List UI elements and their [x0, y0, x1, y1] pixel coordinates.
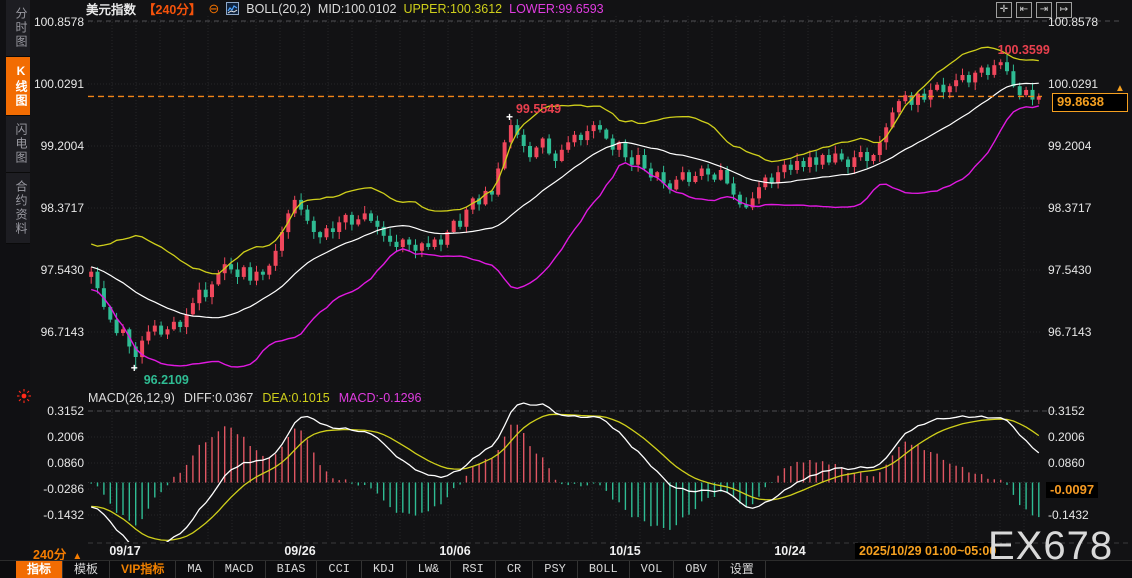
price-tick-right: 98.3717: [1048, 201, 1092, 215]
boll-label: BOLL(20,2): [246, 1, 311, 16]
toolbar-item-KDJ[interactable]: KDJ: [362, 561, 407, 578]
toolbar-item-VOL[interactable]: VOL: [630, 561, 675, 578]
current-macd-badge: -0.0097: [1046, 482, 1099, 498]
toolbar-item-模板[interactable]: 模板: [63, 561, 111, 578]
date-tick: 09/17: [109, 544, 141, 558]
date-tick: 10/06: [439, 544, 471, 558]
macd-diff-value: DIFF:0.0367: [183, 391, 254, 405]
boll-lower-value: LOWER:99.6593: [509, 1, 604, 16]
price-tick-right: 99.2004: [1048, 139, 1092, 153]
macd-tick-right: -0.1432: [1048, 508, 1089, 522]
macd-tick-left: -0.1432: [43, 508, 84, 522]
date-tick: 10/15: [609, 544, 641, 558]
pan-end-icon[interactable]: ↦: [1056, 2, 1072, 18]
price-tick-right: 100.0291: [1048, 77, 1099, 91]
current-price-badge: 99.8638: [1052, 93, 1128, 112]
price-tick-left: 100.8578: [33, 15, 84, 29]
low-price-annotation: 96.2109: [143, 372, 189, 387]
toolbar-item-设置[interactable]: 设置: [719, 561, 766, 578]
macd-header: MACD(26,12,9) DIFF:0.0367 DEA:0.1015 MAC…: [88, 391, 421, 405]
sidebar-tab-分时图[interactable]: 分时图: [6, 0, 30, 57]
macd-tick-right: 0.0860: [1048, 456, 1085, 470]
pan-right-icon[interactable]: ⇥: [1036, 2, 1052, 18]
indicator-toolbar: 指标 模板 VIP指标 MA MACD BIAS CCI KDJ LW& RSI CR PSY BOLL…: [0, 560, 1132, 578]
toolbar-item-RSI[interactable]: RSI: [451, 561, 496, 578]
high-price-annotation: 99.5549: [515, 102, 562, 117]
sidebar: 分时图 K线图 闪电图 合约资料: [0, 0, 32, 561]
high-price-annotation: 100.3599: [997, 43, 1050, 58]
toolbar-item-PSY[interactable]: PSY: [533, 561, 578, 578]
live-blink-icon[interactable]: [16, 388, 32, 404]
date-tick: 10/24: [774, 544, 806, 558]
date-tick: 09/26: [284, 544, 316, 558]
macd-tick-left: 0.3152: [47, 404, 84, 418]
macd-dea-value: DEA:0.1015: [262, 391, 330, 405]
sidebar-tab-合约资料[interactable]: 合约资料: [6, 173, 30, 244]
toolbar-item-CCI[interactable]: CCI: [317, 561, 363, 578]
kline-chart-canvas[interactable]: [0, 0, 1132, 578]
crosshair-icon[interactable]: ✛: [996, 2, 1012, 18]
toolbar-item-VIP指标[interactable]: VIP指标: [110, 561, 177, 578]
price-tick-left: 96.7143: [40, 325, 84, 339]
toolbar-item-CR[interactable]: CR: [496, 561, 534, 578]
price-tick-left: 99.2004: [40, 139, 84, 153]
macd-label: MACD(26,12,9): [88, 391, 175, 405]
macd-tick-right: 0.3152: [1048, 404, 1085, 418]
price-tick-left: 100.0291: [33, 77, 84, 91]
mini-chart-icon[interactable]: [226, 2, 240, 15]
macd-tick-right: 0.2006: [1048, 430, 1085, 444]
toolbar-item-MACD[interactable]: MACD: [214, 561, 266, 578]
collapse-icon[interactable]: ⊖: [208, 2, 219, 15]
symbol-name: 美元指数: [86, 3, 137, 17]
macd-tick-left: 0.2006: [47, 430, 84, 444]
macd-tick-left: 0.0860: [47, 456, 84, 470]
chart-control-icons: ✛ ⇤ ⇥ ↦: [996, 2, 1072, 18]
period-label: 【240分】: [143, 3, 202, 17]
current-bar-datetime: 2025/10/29 01:00~05:00: [855, 543, 1001, 559]
sidebar-tab-闪电图[interactable]: 闪电图: [6, 116, 30, 173]
toolbar-item-OBV[interactable]: OBV: [674, 561, 719, 578]
toolbar-item-指标[interactable]: 指标: [16, 561, 64, 578]
boll-mid-value: MID:100.0102: [317, 1, 397, 16]
pan-left-icon[interactable]: ⇤: [1016, 2, 1032, 18]
boll-upper-value: UPPER:100.3612: [403, 1, 503, 16]
chart-header: 美元指数 【240分】 ⊖ BOLL(20,2) MID:100.0102 UP…: [86, 1, 604, 18]
high-cross-marker: +: [505, 110, 513, 125]
toolbar-item-BOLL[interactable]: BOLL: [578, 561, 630, 578]
macd-tick-left: -0.0286: [43, 482, 84, 496]
toolbar-item-MA[interactable]: MA: [176, 561, 214, 578]
sidebar-tab-K线图[interactable]: K线图: [6, 57, 30, 116]
price-tick-left: 97.5430: [40, 263, 84, 277]
price-tick-right: 97.5430: [1048, 263, 1092, 277]
low-cross-marker: +: [130, 360, 138, 375]
price-up-arrow: ▲: [1115, 83, 1125, 94]
toolbar-item-BIAS[interactable]: BIAS: [266, 561, 318, 578]
price-tick-left: 98.3717: [40, 201, 84, 215]
macd-hist-value: MACD:-0.1296: [338, 391, 422, 405]
toolbar-item-LW&[interactable]: LW&: [407, 561, 452, 578]
trading-app: 分时图 K线图 闪电图 合约资料 美元指数 【240分】 ⊖ BOLL(20,2) M…: [0, 0, 1132, 578]
price-tick-right: 96.7143: [1048, 325, 1092, 339]
